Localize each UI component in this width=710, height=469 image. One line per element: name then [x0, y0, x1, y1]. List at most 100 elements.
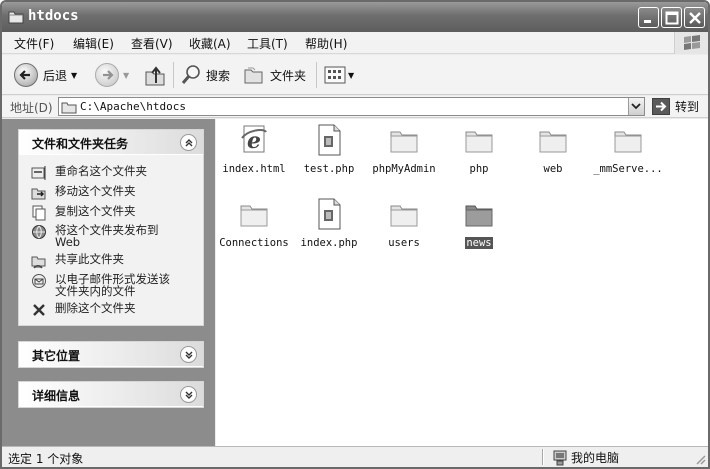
forward-arrow-icon	[95, 63, 119, 87]
task-publish-web-label-line2: Web	[55, 235, 81, 249]
address-label: 地址(D)	[10, 101, 53, 115]
menu-edit[interactable]: 编辑(E)	[73, 35, 114, 52]
my-computer-icon	[553, 450, 567, 465]
menu-tools[interactable]: 工具(T)	[247, 35, 288, 52]
chevron-up-icon[interactable]	[180, 134, 197, 151]
file-item[interactable]: users	[365, 198, 443, 249]
close-button[interactable]	[684, 7, 705, 28]
task-delete[interactable]: 删除这个文件夹	[31, 302, 136, 318]
status-location-label: 我的电脑	[571, 451, 620, 465]
task-email-label-line2: 文件夹内的文件	[55, 284, 136, 298]
file-item[interactable]: php	[440, 124, 518, 175]
menu-favorites[interactable]: 收藏(A)	[189, 35, 231, 52]
minimize-button[interactable]	[638, 7, 659, 28]
details-header[interactable]: 详细信息	[19, 382, 203, 407]
toolbar-separator	[173, 62, 174, 88]
toolbar-separator	[316, 62, 317, 88]
file-item[interactable]: test.php	[290, 124, 368, 175]
php-file-icon	[313, 198, 345, 230]
folder-icon	[8, 9, 24, 24]
file-name: index.php	[300, 237, 358, 249]
search-button[interactable]: 搜索	[180, 55, 230, 95]
address-bar: 地址(D) C:\Apache\htdocs 转到	[2, 96, 708, 118]
delete-icon	[33, 304, 45, 316]
task-publish-web[interactable]: 将这个文件夹发布到 Web	[31, 224, 159, 248]
toolbar: 后退 ▼ ▼ 搜索 文件夹 ▼	[2, 55, 708, 95]
maximize-button[interactable]	[661, 7, 682, 28]
folder-icon	[388, 124, 420, 156]
go-button[interactable]: 转到	[652, 97, 699, 116]
views-button[interactable]: ▼	[324, 55, 354, 95]
task-copy[interactable]: 复制这个文件夹	[31, 205, 136, 221]
folders-label: 文件夹	[270, 68, 307, 83]
copy-icon	[32, 205, 46, 221]
other-places-panel: 其它位置	[18, 341, 204, 368]
window-title: htdocs	[28, 8, 79, 24]
file-tasks-title: 文件和文件夹任务	[32, 137, 129, 151]
task-rename[interactable]: 重命名这个文件夹	[31, 165, 147, 181]
menu-help[interactable]: 帮助(H)	[305, 35, 347, 52]
file-tasks-header[interactable]: 文件和文件夹任务	[19, 130, 203, 155]
file-name: news	[465, 237, 493, 249]
other-places-title: 其它位置	[32, 349, 81, 363]
other-places-header[interactable]: 其它位置	[19, 342, 203, 367]
task-email[interactable]: 以电子邮件形式发送该 文件夹内的文件	[31, 273, 170, 297]
chevron-down-icon[interactable]	[180, 386, 197, 403]
resize-grip-icon[interactable]	[694, 453, 706, 465]
views-icon	[324, 66, 346, 84]
address-dropdown-button[interactable]	[628, 98, 644, 115]
file-item-selected[interactable]: news	[440, 198, 518, 249]
details-title: 详细信息	[32, 389, 81, 403]
menu-file[interactable]: 文件(F)	[14, 35, 54, 52]
folder-icon	[61, 102, 77, 114]
details-panel: 详细信息	[18, 381, 204, 408]
file-name: users	[388, 237, 420, 249]
folder-icon	[537, 124, 569, 156]
move-icon	[31, 188, 46, 200]
task-share[interactable]: 共享此文件夹	[31, 253, 124, 269]
file-name: Connections	[219, 237, 289, 249]
file-item[interactable]: index.php	[290, 198, 368, 249]
file-item[interactable]: web	[514, 124, 592, 175]
forward-dropdown-icon[interactable]: ▼	[123, 71, 129, 80]
file-name: index.html	[222, 163, 286, 175]
explorer-window: htdocs 文件(F) 编辑(E) 查看(V) 收藏(A) 工具(T) 帮助(…	[0, 0, 710, 469]
rename-icon	[31, 166, 46, 180]
back-dropdown-icon[interactable]: ▼	[71, 71, 77, 80]
forward-button[interactable]: ▼	[95, 55, 129, 95]
php-file-icon	[313, 124, 345, 156]
ie-html-icon: e	[238, 124, 270, 156]
status-bar: 选定 1 个对象 我的电脑	[2, 446, 708, 467]
file-item[interactable]: e index.html	[215, 124, 293, 175]
file-item[interactable]: _mmServe...	[589, 124, 667, 175]
search-label: 搜索	[206, 68, 231, 83]
address-input[interactable]: C:\Apache\htdocs	[58, 97, 645, 116]
file-item[interactable]: phpMyAdmin	[365, 124, 443, 175]
title-bar[interactable]: htdocs	[2, 2, 708, 32]
chevron-down-icon	[631, 103, 641, 110]
folder-icon	[238, 198, 270, 230]
status-location: 我的电脑	[552, 449, 619, 466]
file-tasks-panel: 文件和文件夹任务 重命名这个文件夹 移动这个文件夹 复制这个文件夹 将这个文件夹…	[18, 129, 204, 326]
folders-icon	[244, 67, 263, 84]
status-divider	[542, 449, 544, 465]
task-move[interactable]: 移动这个文件夹	[31, 185, 136, 201]
views-dropdown-icon[interactable]: ▼	[348, 71, 354, 80]
address-path: C:\Apache\htdocs	[80, 100, 186, 113]
menu-bar: 文件(F) 编辑(E) 查看(V) 收藏(A) 工具(T) 帮助(H)	[2, 32, 708, 54]
file-list[interactable]: e index.html test.php phpMyAdmin php web…	[216, 119, 708, 446]
chevron-down-icon[interactable]	[180, 346, 197, 363]
file-name: phpMyAdmin	[372, 163, 436, 175]
up-button[interactable]	[144, 55, 166, 95]
folders-button[interactable]: 文件夹	[243, 55, 306, 95]
share-icon	[31, 256, 46, 269]
file-item[interactable]: Connections	[215, 198, 293, 249]
go-arrow-icon	[652, 98, 670, 115]
file-name: test.php	[303, 163, 355, 175]
menu-view[interactable]: 查看(V)	[131, 35, 173, 52]
file-name: php	[469, 163, 489, 175]
file-name: _mmServe...	[593, 163, 663, 175]
search-icon	[181, 65, 200, 84]
windows-logo-icon	[674, 32, 708, 54]
back-button[interactable]: 后退 ▼	[14, 55, 77, 95]
